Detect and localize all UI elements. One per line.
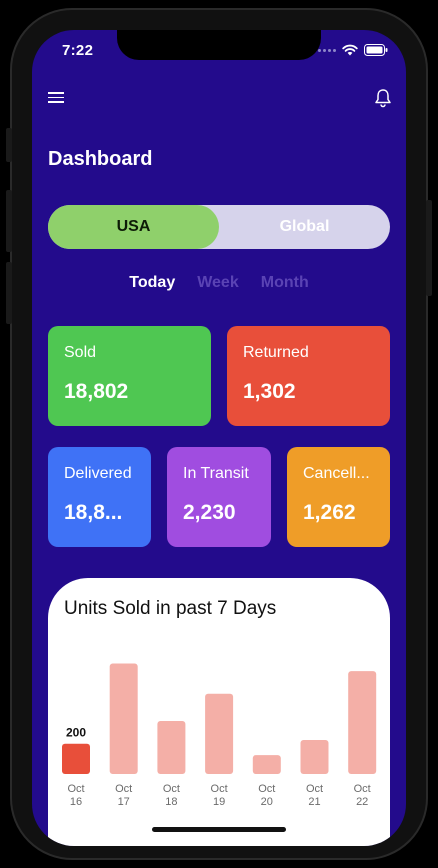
x-tick-label: Oct [306, 783, 323, 795]
bar-oct-17[interactable] [109, 663, 138, 774]
bar-oct-20[interactable] [252, 755, 281, 774]
x-tick-label: Oct [163, 783, 180, 795]
x-tick-label: 20 [261, 796, 273, 808]
mute-switch [6, 128, 12, 162]
x-tick-label: 18 [165, 796, 177, 808]
tab-week[interactable]: Week [197, 274, 239, 292]
page-title: Dashboard [48, 148, 153, 170]
app-screen: 7:22 Dashboard USA Global Today Week Mon… [32, 30, 406, 846]
in-transit-card[interactable]: In Transit 2,230 [167, 447, 271, 547]
returned-card[interactable]: Returned 1,302 [227, 326, 390, 426]
x-tick-label: Oct [115, 783, 132, 795]
x-tick-label: Oct [258, 783, 275, 795]
x-tick-label: 17 [118, 796, 130, 808]
region-option-global[interactable]: Global [219, 205, 390, 249]
region-toggle[interactable]: USA Global [48, 205, 390, 249]
power-button [426, 200, 432, 296]
bar-oct-19[interactable] [205, 693, 234, 774]
x-tick-label: Oct [211, 783, 228, 795]
in-transit-label: In Transit [183, 465, 249, 482]
units-sold-chart-card: Units Sold in past 7 Days 200 Oct 16 Oct 17 O… [48, 578, 390, 846]
volume-up-button [6, 190, 12, 252]
x-tick-label: 19 [213, 796, 225, 808]
in-transit-value: 2,230 [183, 501, 236, 524]
returned-label: Returned [243, 344, 309, 361]
tab-month[interactable]: Month [261, 274, 309, 292]
delivered-value: 18,8... [64, 501, 123, 524]
bar-oct-16[interactable] [62, 743, 90, 774]
bell-icon[interactable] [374, 88, 392, 108]
region-option-usa[interactable]: USA [48, 205, 219, 249]
wifi-icon [342, 44, 358, 56]
x-tick-label: 21 [308, 796, 320, 808]
signal-icon [318, 48, 336, 52]
x-tick-label: 22 [356, 796, 368, 808]
units-sold-bar-chart: 200Oct16Oct17Oct18Oct19Oct20Oct21Oct22 [62, 663, 377, 808]
bar-oct-21[interactable] [300, 739, 329, 774]
battery-icon [364, 44, 388, 56]
volume-down-button [6, 262, 12, 324]
sold-label: Sold [64, 344, 97, 361]
x-tick-label: 16 [70, 796, 82, 808]
period-tabs: Today Week Month [32, 274, 406, 292]
cancelled-label: Cancell... [303, 465, 370, 482]
x-tick-label: Oct [354, 783, 371, 795]
status-icons [318, 44, 388, 56]
x-tick-label: Oct [67, 783, 84, 795]
bar-data-label: 200 [66, 726, 86, 740]
tab-today[interactable]: Today [129, 274, 175, 292]
bar-oct-18[interactable] [157, 721, 186, 774]
sold-value: 18,802 [64, 380, 129, 403]
cancelled-card[interactable]: Cancell... 1,262 [287, 447, 390, 547]
device-notch [117, 30, 321, 60]
delivered-label: Delivered [64, 465, 132, 482]
returned-value: 1,302 [243, 380, 296, 403]
bar-oct-22[interactable] [348, 671, 377, 774]
cancelled-value: 1,262 [303, 501, 356, 524]
hamburger-menu-icon[interactable] [48, 92, 64, 104]
delivered-card[interactable]: Delivered 18,8... [48, 447, 151, 547]
sold-card[interactable]: Sold 18,802 [48, 326, 211, 426]
home-indicator[interactable] [152, 827, 286, 832]
status-time: 7:22 [62, 42, 94, 59]
